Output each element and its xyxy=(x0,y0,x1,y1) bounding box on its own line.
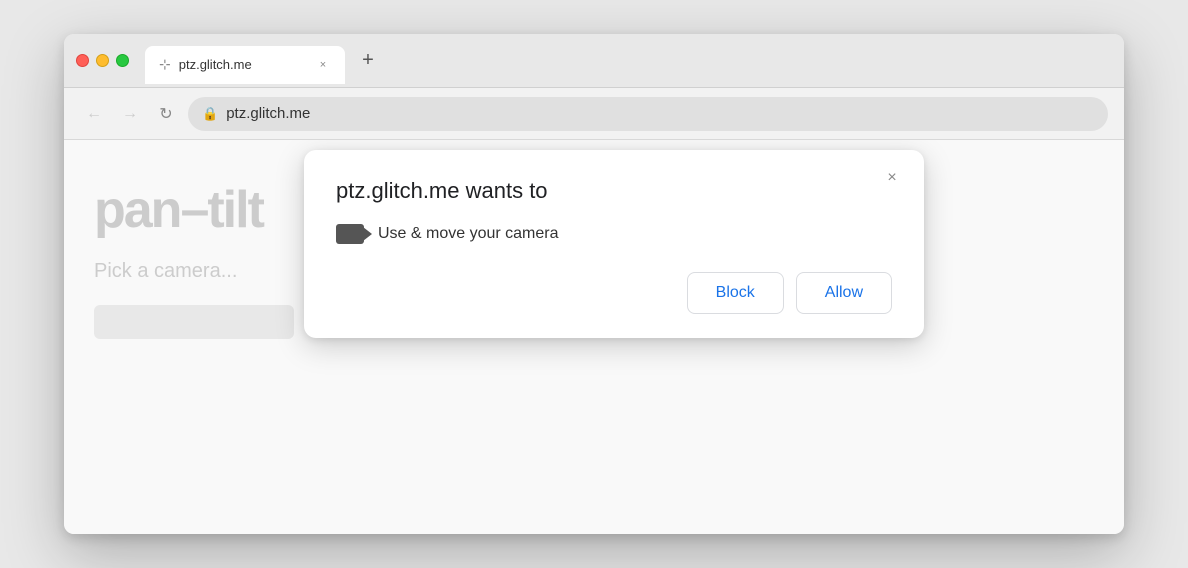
traffic-lights xyxy=(76,54,129,67)
camera-icon xyxy=(336,224,364,244)
page-content: pan–tilt Pick a camera... × ptz.glitch.m… xyxy=(64,140,1124,534)
lock-icon: 🔒 xyxy=(202,106,218,122)
block-button[interactable]: Block xyxy=(687,272,784,314)
permission-text: Use & move your camera xyxy=(378,225,559,243)
forward-button[interactable]: → xyxy=(116,100,144,128)
tab-drag-icon: ⊹ xyxy=(159,56,171,73)
tab-close-button[interactable]: × xyxy=(315,57,331,73)
back-button[interactable]: ← xyxy=(80,100,108,128)
close-button[interactable] xyxy=(76,54,89,67)
new-tab-button[interactable]: + xyxy=(353,46,383,76)
page-bg-input xyxy=(94,305,294,339)
minimize-button[interactable] xyxy=(96,54,109,67)
page-bg-heading: pan–tilt xyxy=(94,180,263,240)
permission-dialog: × ptz.glitch.me wants to Use & move your… xyxy=(304,150,924,338)
address-bar[interactable]: 🔒 ptz.glitch.me xyxy=(188,97,1108,131)
dialog-actions: Block Allow xyxy=(336,272,892,314)
dialog-close-button[interactable]: × xyxy=(880,166,904,190)
allow-button[interactable]: Allow xyxy=(796,272,892,314)
permission-row: Use & move your camera xyxy=(336,224,892,244)
maximize-button[interactable] xyxy=(116,54,129,67)
nav-bar: ← → ↻ 🔒 ptz.glitch.me xyxy=(64,88,1124,140)
tab-title: ptz.glitch.me xyxy=(179,57,307,72)
dialog-title: ptz.glitch.me wants to xyxy=(336,178,892,204)
reload-button[interactable]: ↻ xyxy=(152,100,180,128)
title-bar: ⊹ ptz.glitch.me × + xyxy=(64,34,1124,88)
page-bg-subtext: Pick a camera... xyxy=(94,260,237,283)
active-tab[interactable]: ⊹ ptz.glitch.me × xyxy=(145,46,345,84)
browser-window: ⊹ ptz.glitch.me × + ← → ↻ 🔒 ptz.glitch.m… xyxy=(64,34,1124,534)
address-text: ptz.glitch.me xyxy=(226,105,310,122)
